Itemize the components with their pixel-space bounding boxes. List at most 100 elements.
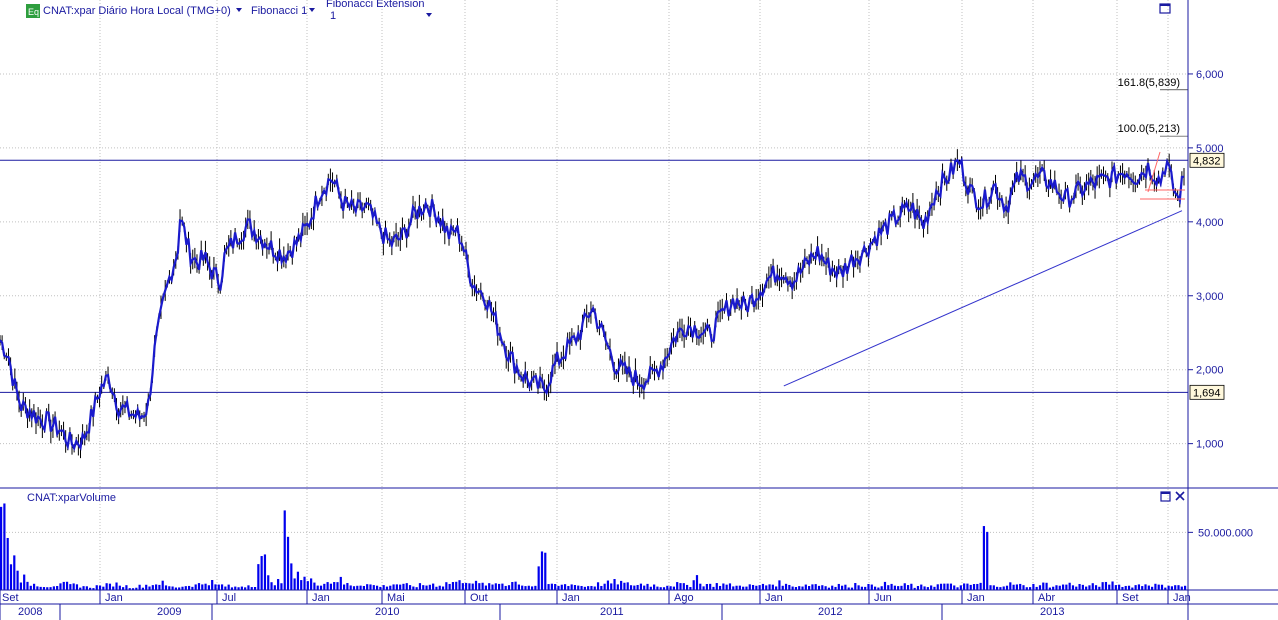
- volume-bar: [906, 585, 910, 590]
- volume-bar: [567, 585, 570, 590]
- volume-bar: [577, 585, 580, 590]
- volume-bar: [537, 566, 540, 590]
- year-label: 2010: [375, 606, 399, 618]
- volume-bar: [438, 585, 441, 590]
- volume-bar: [530, 586, 534, 590]
- volume-bar: [405, 583, 408, 590]
- volume-bar: [428, 584, 431, 590]
- volume-bar: [339, 576, 342, 590]
- volume-bar: [620, 580, 623, 590]
- x-tick-label: Set: [1122, 592, 1139, 604]
- volume-bar: [623, 582, 626, 590]
- volume-bar: [1114, 585, 1117, 590]
- volume-bar: [422, 585, 425, 590]
- x-tick-label: Jan: [967, 592, 985, 604]
- volume-bar: [458, 580, 461, 590]
- y-tick-label: 2,000: [1196, 365, 1224, 377]
- volume-bar: [801, 586, 804, 590]
- volume-bar: [56, 585, 59, 590]
- volume-bar: [194, 584, 197, 590]
- volume-bar: [603, 583, 606, 590]
- study-fibonacci-label[interactable]: Fibonacci 1: [251, 5, 307, 17]
- volume-bar: [814, 584, 817, 590]
- volume-bar: [788, 584, 791, 590]
- volume-title[interactable]: CNAT:xparVolume: [27, 492, 116, 504]
- volume-bar: [19, 582, 22, 590]
- volume-bar: [748, 584, 751, 590]
- volume-bar: [989, 585, 992, 590]
- volume-bar: [326, 582, 329, 590]
- volume-bar: [580, 585, 583, 590]
- volume-bar: [336, 582, 339, 590]
- volume-bar: [402, 583, 405, 590]
- volume-bar: [267, 575, 270, 590]
- volume-bar: [471, 583, 474, 590]
- volume-bar: [148, 586, 151, 590]
- volume-bar: [616, 584, 619, 590]
- volume-bar: [366, 584, 369, 590]
- volume-bar: [873, 586, 877, 590]
- volume-bar: [544, 552, 547, 590]
- instrument-title[interactable]: CNAT:xpar Diário Hora Local (TMG+0): [43, 5, 231, 17]
- volume-bar: [511, 582, 514, 590]
- volume-bar: [626, 582, 629, 590]
- volume-bar: [112, 586, 115, 590]
- y-tick-label: 4,000: [1196, 217, 1224, 229]
- volume-bar: [352, 586, 356, 590]
- maximize-icon-bar: [1161, 492, 1170, 494]
- volume-bar: [293, 578, 296, 590]
- volume-bar: [362, 585, 365, 590]
- volume-bar: [761, 583, 765, 590]
- volume-bar: [494, 583, 497, 590]
- volume-bar: [841, 585, 844, 590]
- volume-bar: [118, 585, 121, 590]
- volume-bar: [534, 585, 537, 590]
- volume-bar: [636, 584, 639, 590]
- volume-bar: [155, 584, 158, 590]
- volume-bar: [1071, 585, 1075, 590]
- volume-bar: [425, 585, 428, 590]
- volume-bar: [382, 585, 385, 590]
- volume-bar: [600, 585, 603, 590]
- chart-canvas: 161.8(5,839) 100.0(5,213) 1,000 2,000 3,000…: [0, 0, 1278, 620]
- volume-bar: [399, 584, 402, 590]
- volume-bar: [1174, 585, 1177, 590]
- volume-bar: [524, 586, 527, 590]
- volume-bar: [36, 586, 39, 590]
- volume-bar: [115, 582, 118, 590]
- volume-bar: [699, 583, 702, 590]
- volume-bar: [263, 554, 267, 590]
- volume-bar: [65, 581, 69, 590]
- volume-bar: [1147, 585, 1150, 590]
- volume-bar: [775, 586, 778, 590]
- volume-bar: [570, 584, 573, 590]
- volume-bar: [936, 584, 939, 590]
- volume-bar: [745, 586, 748, 590]
- volume-bar: [1088, 585, 1091, 590]
- volume-bar: [234, 586, 237, 590]
- volume-bar: [817, 585, 821, 590]
- volume-bar: [643, 585, 646, 590]
- study-fib-extension-label[interactable]: Fibonacci Extension: [326, 0, 424, 10]
- volume-bar: [1045, 582, 1048, 590]
- volume-bar: [781, 585, 784, 590]
- volume-bar: [151, 585, 154, 590]
- volume-bar: [1144, 584, 1147, 590]
- volume-bar: [1058, 585, 1061, 590]
- volume-bar: [1019, 583, 1022, 590]
- volume-bar: [85, 586, 88, 590]
- volume-bar: [1022, 585, 1025, 590]
- volume-bar: [969, 584, 972, 590]
- volume-bar: [316, 585, 319, 590]
- volume-bar: [672, 586, 676, 590]
- volume-bar: [728, 583, 732, 590]
- volume-tick-label: 50.000.000: [1198, 527, 1253, 539]
- volume-bar: [692, 580, 695, 590]
- volume-bar: [887, 585, 890, 590]
- volume-bar: [880, 586, 883, 590]
- volume-bar: [732, 586, 735, 590]
- volume-bar: [946, 583, 949, 590]
- volume-bar: [158, 584, 161, 590]
- volume-bar: [313, 582, 316, 590]
- volume-bar: [197, 583, 201, 590]
